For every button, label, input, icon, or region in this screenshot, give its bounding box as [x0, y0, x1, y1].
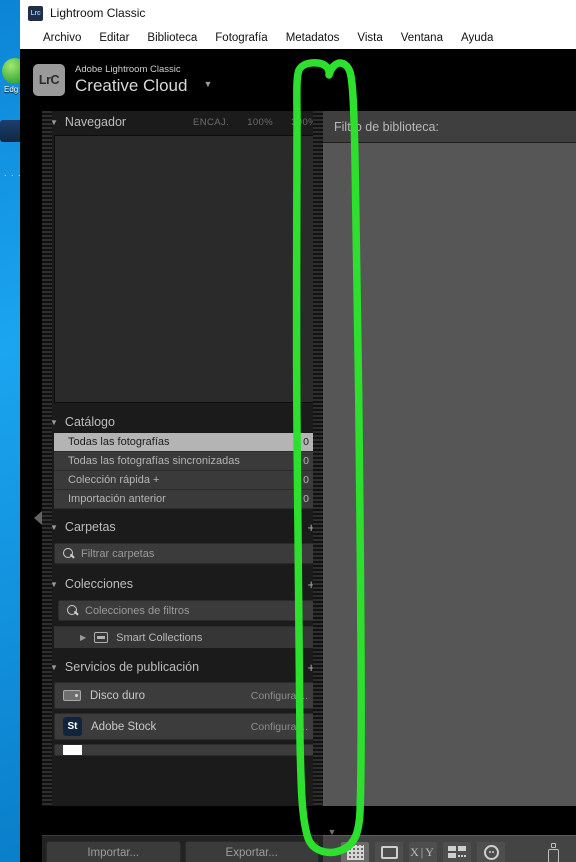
import-button[interactable]: Importar...	[46, 840, 181, 862]
search-icon	[63, 548, 74, 559]
menu-item-metadatos[interactable]: Metadatos	[277, 30, 349, 46]
chevron-down-icon[interactable]: ▼	[203, 79, 212, 89]
painter-button[interactable]	[539, 842, 567, 862]
list-item[interactable]	[54, 744, 317, 756]
collections-filter-placeholder: Colecciones de filtros	[85, 604, 190, 617]
configure-link[interactable]: Configurar...	[251, 690, 308, 702]
publish-services-title: Servicios de publicación	[64, 660, 200, 674]
import-export-bar: Importar... Exportar...	[42, 835, 323, 862]
hard-drive-icon	[63, 690, 81, 701]
configure-link[interactable]: Configurar...	[251, 721, 308, 733]
library-filter-label: Filtro de biblioteca:	[334, 119, 439, 134]
spray-can-icon	[547, 842, 559, 862]
people-view-button[interactable]	[477, 841, 505, 862]
zoom-level-fit[interactable]: ENCAJ.	[193, 117, 229, 128]
lrc-badge-icon: LrC	[33, 64, 65, 96]
flickr-icon	[63, 745, 82, 755]
catalog-title: Catálogo	[64, 415, 115, 429]
menu-item-fotografia[interactable]: Fotografía	[206, 30, 276, 46]
panel-gripper-left[interactable]	[42, 111, 52, 806]
library-filter-bar[interactable]: Filtro de biblioteca:	[323, 111, 576, 143]
list-item[interactable]: St Adobe Stock Configurar...	[54, 713, 317, 740]
face-icon	[483, 845, 499, 860]
collections-filter-input[interactable]: Colecciones de filtros	[58, 600, 317, 621]
service-label: Disco duro	[90, 689, 145, 702]
loupe-icon	[380, 846, 398, 859]
compare-xy-icon: X|Y	[410, 845, 436, 859]
table-row[interactable]: Todas las fotografías sincronizadas 0	[54, 452, 317, 471]
export-button[interactable]: Exportar...	[184, 840, 319, 862]
folders-title: Carpetas	[64, 520, 116, 534]
menu-item-vista[interactable]: Vista	[348, 30, 391, 46]
folders-section-header[interactable]: ▼ Carpetas +	[42, 516, 323, 538]
chevron-right-icon[interactable]: ▶	[80, 633, 86, 642]
menu-item-editar[interactable]: Editar	[90, 30, 138, 46]
table-row[interactable]: Colección rápida + 0	[54, 471, 317, 490]
menu-bar: Archivo Editar Biblioteca Fotografía Met…	[20, 26, 576, 49]
identity-text: Adobe Lightroom Classic Creative Cloud	[75, 64, 187, 96]
navigator-preview[interactable]	[54, 135, 317, 403]
lightroom-app-icon: Lrc	[28, 5, 43, 21]
table-row[interactable]: Todas las fotografías 0	[54, 433, 317, 452]
catalog-row-label: Importación anterior	[68, 493, 166, 505]
catalog-row-label: Todas las fotografías	[68, 436, 170, 448]
left-panel-collapse-arrow[interactable]	[34, 511, 42, 525]
collection-label: Smart Collections	[116, 631, 203, 644]
loupe-view-button[interactable]	[375, 841, 403, 862]
window-title: Lightroom Classic	[50, 6, 146, 20]
catalog-row-label: Colección rápida +	[68, 474, 160, 486]
collection-set-icon	[94, 632, 109, 643]
catalog-row-label: Todas las fotografías sincronizadas	[68, 455, 240, 467]
folders-filter-placeholder: Filtrar carpetas	[81, 547, 155, 560]
navigator-title: Navegador	[64, 115, 127, 129]
left-panel: ▼ Navegador ENCAJ. 100% 300% ▼ Catálogo …	[42, 111, 323, 806]
menu-item-biblioteca[interactable]: Biblioteca	[138, 30, 206, 46]
lightroom-main-window: LrC Adobe Lightroom Classic Creative Clo…	[20, 49, 576, 862]
survey-icon	[448, 846, 466, 859]
menu-item-archivo[interactable]: Archivo	[34, 30, 90, 46]
list-item[interactable]: ▶ Smart Collections	[54, 626, 317, 648]
navigator-section-header[interactable]: ▼ Navegador ENCAJ. 100% 300%	[42, 111, 323, 133]
folders-filter-input[interactable]: Filtrar carpetas	[54, 543, 317, 564]
menu-item-ayuda[interactable]: Ayuda	[452, 30, 502, 46]
zoom-level-100[interactable]: 100%	[247, 117, 273, 128]
publish-services-section-header[interactable]: ▼ Servicios de publicación +	[42, 656, 323, 678]
identity-line-1: Adobe Lightroom Classic	[75, 64, 181, 75]
compare-view-button[interactable]: X|Y	[409, 841, 437, 862]
menu-item-ventana[interactable]: Ventana	[392, 30, 452, 46]
catalog-list: Todas las fotografías 0 Todas las fotogr…	[54, 433, 317, 509]
grid-content-area[interactable]: Filtro de biblioteca:	[323, 111, 576, 806]
collections-title: Colecciones	[64, 577, 134, 591]
list-item[interactable]: Disco duro Configurar...	[54, 682, 317, 709]
collections-section-header[interactable]: ▼ Colecciones +	[42, 573, 323, 595]
grid-icon	[346, 845, 364, 860]
service-label: Adobe Stock	[91, 720, 157, 733]
table-row[interactable]: Importación anterior 0	[54, 490, 317, 509]
library-toolbar: X|Y	[323, 835, 576, 862]
identity-plate[interactable]: LrC Adobe Lightroom Classic Creative Clo…	[20, 49, 576, 111]
search-icon	[67, 605, 78, 616]
navigator-zoom-levels: ENCAJ. 100% 300%	[193, 117, 317, 128]
catalog-section-header[interactable]: ▼ Catálogo	[42, 411, 323, 433]
identity-line-2: Creative Cloud	[75, 76, 188, 95]
panel-gripper-right[interactable]	[313, 111, 323, 806]
window-title-bar: Lrc Lightroom Classic	[20, 0, 576, 26]
grid-view-button[interactable]	[341, 841, 369, 862]
adobe-stock-icon: St	[63, 717, 82, 736]
survey-view-button[interactable]	[443, 841, 471, 862]
